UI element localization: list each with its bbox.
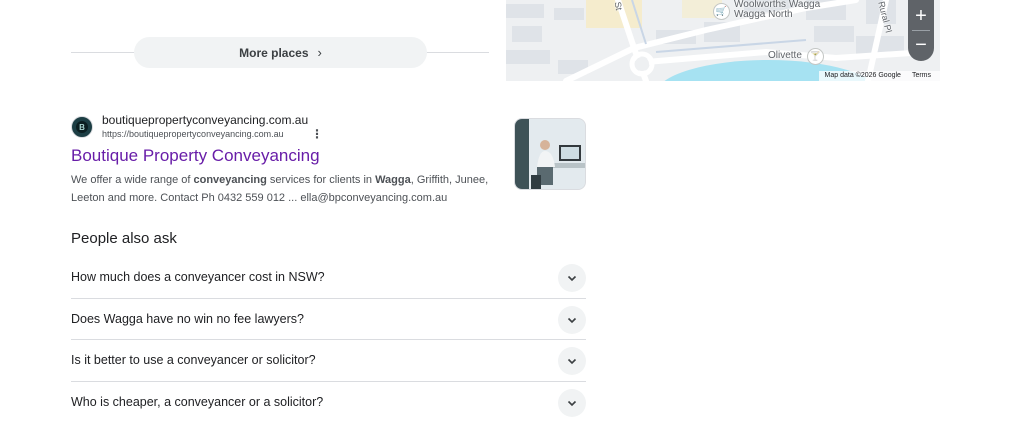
result-site-name[interactable]: boutiquepropertyconveyancing.com.au xyxy=(102,113,308,127)
shopping-cart-icon[interactable]: 🛒 xyxy=(713,3,730,20)
map-preview[interactable]: 🛒 Woolworths Wagga Wagga North Olivette 🍸… xyxy=(506,0,940,81)
paa-question-text: Is it better to use a conveyancer or sol… xyxy=(71,353,316,368)
paa-question[interactable]: How much does a conveyancer cost in NSW? xyxy=(71,257,586,299)
paa-question-text: Who is cheaper, a conveyancer or a solic… xyxy=(71,395,324,410)
map-label-woolworths[interactable]: Woolworths Wagga Wagga North xyxy=(734,0,820,20)
map-label-street: St xyxy=(612,0,624,12)
map-terms-link[interactable]: Terms xyxy=(912,72,931,81)
chevron-down-icon[interactable] xyxy=(558,388,586,417)
chevron-down-icon[interactable] xyxy=(558,347,586,375)
zoom-out-button[interactable]: − xyxy=(908,32,934,58)
map-attribution-bar: Map data ©2026 Google Terms xyxy=(818,71,940,81)
paa-question[interactable]: Who is cheaper, a conveyancer or a solic… xyxy=(71,382,586,424)
favicon-letter: B xyxy=(76,121,88,133)
zoom-in-button[interactable]: + xyxy=(908,3,934,29)
more-places-button[interactable]: More places › xyxy=(134,37,427,68)
cocktail-glass-icon[interactable]: 🍸 xyxy=(807,48,824,65)
chevron-right-icon: › xyxy=(317,45,322,60)
site-favicon: B xyxy=(71,116,93,138)
result-thumbnail[interactable] xyxy=(514,118,586,190)
zoom-separator xyxy=(912,30,930,31)
paa-question[interactable]: Does Wagga have no win no fee lawyers? xyxy=(71,299,586,340)
map-label-olivette[interactable]: Olivette xyxy=(768,51,802,61)
result-url[interactable]: https://boutiquepropertyconveyancing.com… xyxy=(102,129,284,139)
more-options-icon[interactable]: ⋮ xyxy=(310,127,324,141)
chevron-down-icon[interactable] xyxy=(558,264,586,292)
chevron-down-icon[interactable] xyxy=(558,305,586,334)
result-title-link[interactable]: Boutique Property Conveyancing xyxy=(71,146,320,166)
paa-question-text: How much does a conveyancer cost in NSW? xyxy=(71,270,325,285)
paa-question-text: Does Wagga have no win no fee lawyers? xyxy=(71,311,305,326)
map-zoom-controls: + − xyxy=(908,0,934,61)
people-also-ask-heading: People also ask xyxy=(71,230,177,247)
more-places-label: More places xyxy=(239,45,309,60)
paa-question[interactable]: Is it better to use a conveyancer or sol… xyxy=(71,340,586,382)
result-snippet: We offer a wide range of conveyancing se… xyxy=(71,174,489,204)
map-attribution: Map data ©2026 Google xyxy=(824,72,901,79)
people-also-ask-list: How much does a conveyancer cost in NSW?… xyxy=(71,257,586,423)
thumbnail-image xyxy=(515,119,585,189)
